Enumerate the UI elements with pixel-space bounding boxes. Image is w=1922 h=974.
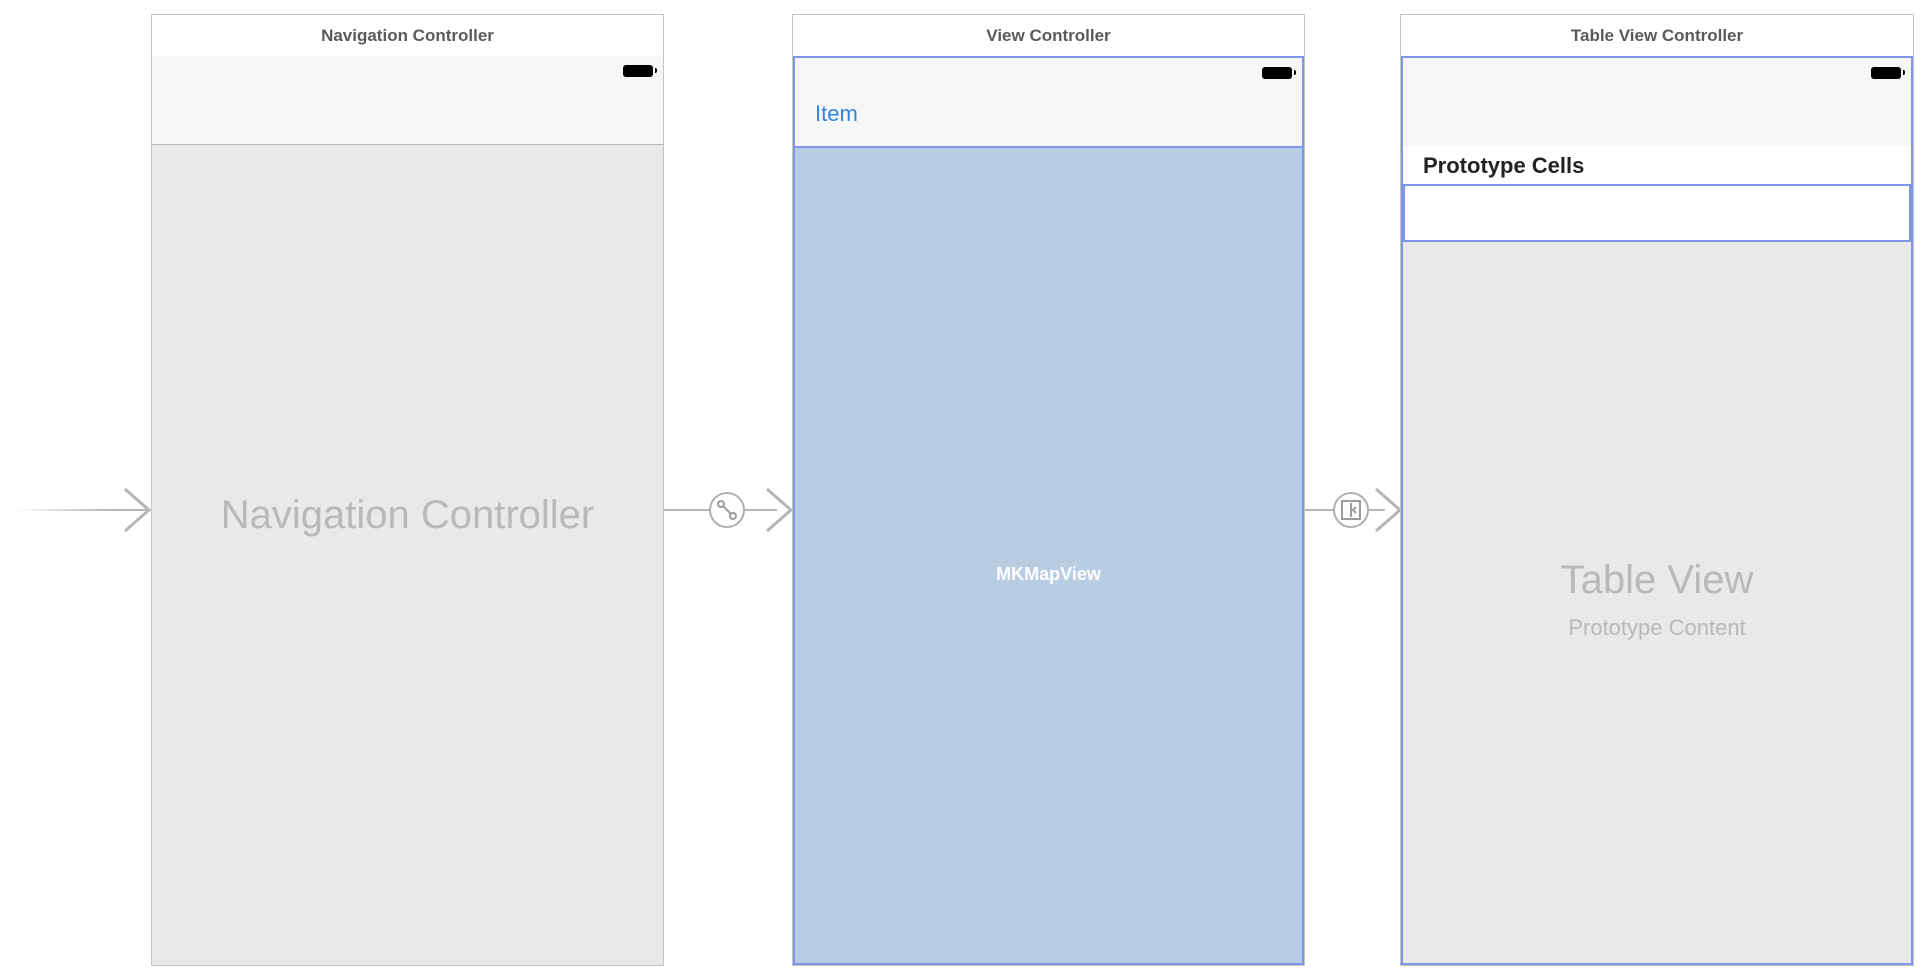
- scene-title[interactable]: Navigation Controller: [152, 15, 663, 57]
- relationship-segue-icon[interactable]: [709, 492, 745, 528]
- nav-bar-item-button[interactable]: Item: [815, 101, 858, 127]
- navigation-controller-placeholder: Navigation Controller: [220, 493, 595, 537]
- table-view-placeholder: Table View: [1560, 558, 1754, 602]
- navigation-bar[interactable]: Item: [795, 58, 1302, 146]
- table-view-controller-scene[interactable]: Table View Controller Prototype Cells Ta…: [1400, 14, 1914, 966]
- prototype-content-placeholder: Prototype Content: [1568, 615, 1746, 640]
- navigation-controller-screen[interactable]: Navigation Controller: [152, 56, 663, 965]
- segue-arrowhead-icon: [1375, 487, 1403, 533]
- battery-icon: [623, 65, 657, 77]
- battery-icon: [1871, 67, 1905, 79]
- show-segue-icon[interactable]: [1333, 492, 1369, 528]
- segue-arrowhead-icon: [766, 487, 794, 533]
- entry-arrow-icon[interactable]: [122, 486, 152, 534]
- navigation-controller-scene[interactable]: Navigation Controller Navigation Control…: [151, 14, 664, 966]
- battery-icon: [1262, 67, 1296, 79]
- map-view-label: MKMapView: [996, 564, 1101, 584]
- prototype-cell[interactable]: [1403, 184, 1911, 242]
- navigation-bar[interactable]: [1403, 58, 1911, 147]
- table-view-screen[interactable]: Prototype Cells Table View Prototype Con…: [1401, 56, 1913, 965]
- navigation-bar[interactable]: [152, 56, 663, 145]
- scene-title[interactable]: View Controller: [793, 15, 1304, 57]
- view-controller-screen[interactable]: Item MKMapView: [793, 56, 1304, 965]
- view-controller-scene[interactable]: View Controller Item MKMapView: [792, 14, 1305, 966]
- map-view[interactable]: MKMapView: [795, 146, 1302, 963]
- scene-title[interactable]: Table View Controller: [1401, 15, 1913, 57]
- prototype-cells-header: Prototype Cells: [1403, 146, 1911, 184]
